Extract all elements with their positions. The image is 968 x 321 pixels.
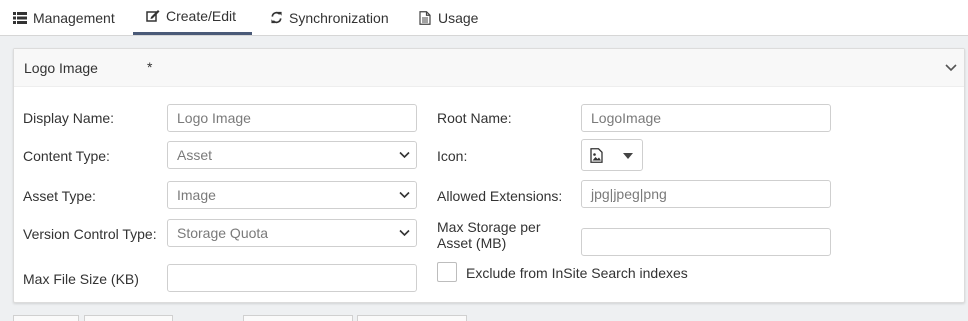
allowed-extensions-label: Allowed Extensions:	[437, 188, 563, 204]
sync-icon	[269, 11, 283, 25]
tab-management[interactable]: Management	[13, 0, 115, 35]
root-name-label: Root Name:	[437, 110, 512, 126]
chevron-down-icon	[399, 191, 410, 199]
tab-synchronization[interactable]: Synchronization	[269, 0, 389, 35]
caret-down-icon	[623, 153, 633, 159]
tab-create-edit[interactable]: Create/Edit	[133, 0, 252, 35]
chevron-down-icon	[399, 151, 410, 159]
display-name-input[interactable]: Logo Image	[167, 104, 417, 132]
logo-image-panel: Logo Image * Display Name: Logo Image Co…	[13, 48, 965, 303]
icon-label: Icon:	[437, 148, 468, 164]
asset-type-value: Image	[177, 187, 216, 203]
content-type-value: Asset	[177, 147, 213, 163]
exclude-search-checkbox[interactable]	[437, 262, 457, 282]
tab-label: Synchronization	[289, 9, 389, 26]
bottom-button-1[interactable]	[13, 315, 79, 321]
document-icon	[418, 10, 432, 25]
version-control-type-select[interactable]: Storage Quota	[167, 219, 417, 247]
tab-bar: Management Create/Edit Synchronization U…	[0, 0, 968, 36]
tab-usage[interactable]: Usage	[418, 0, 478, 35]
version-control-type-label: Version Control Type:	[23, 226, 157, 242]
content-type-select[interactable]: Asset	[167, 141, 417, 169]
image-file-icon	[590, 148, 603, 163]
exclude-search-label: Exclude from InSite Search indexes	[466, 265, 688, 281]
max-file-size-label: Max File Size (KB)	[23, 271, 139, 287]
asset-type-select[interactable]: Image	[167, 181, 417, 209]
max-file-size-input[interactable]	[167, 264, 417, 292]
bottom-button-3[interactable]	[243, 315, 353, 321]
edit-icon	[146, 9, 160, 23]
chevron-down-icon[interactable]	[944, 63, 958, 73]
version-control-type-value: Storage Quota	[177, 225, 269, 241]
panel-title: Logo Image	[24, 60, 98, 76]
display-name-label: Display Name:	[23, 110, 115, 126]
max-storage-label-line1: Max Storage per	[437, 219, 541, 235]
asset-type-label: Asset Type:	[23, 188, 96, 204]
max-storage-label-line2: Asset (MB)	[437, 235, 507, 251]
root-name-input[interactable]: LogoImage	[581, 104, 831, 132]
list-icon	[13, 11, 27, 25]
bottom-button-2[interactable]	[84, 315, 173, 321]
max-storage-input[interactable]	[581, 228, 831, 256]
bottom-button-4[interactable]	[357, 315, 467, 321]
tab-label: Usage	[438, 9, 479, 26]
panel-header[interactable]: Logo Image *	[14, 49, 964, 87]
allowed-extensions-input[interactable]: jpg|jpeg|png	[581, 180, 831, 208]
icon-picker[interactable]	[581, 139, 643, 171]
chevron-down-icon	[399, 229, 410, 237]
content-type-label: Content Type:	[23, 148, 110, 164]
required-marker: *	[147, 59, 153, 75]
tab-label: Create/Edit	[166, 8, 237, 24]
tab-label: Management	[33, 9, 115, 26]
